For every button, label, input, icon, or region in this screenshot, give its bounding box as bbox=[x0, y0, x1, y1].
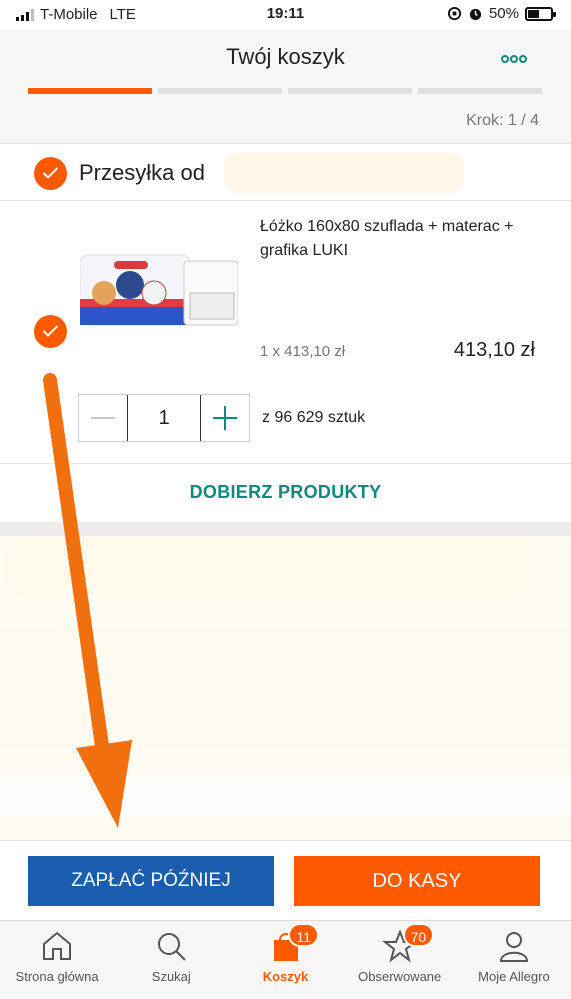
add-products-link[interactable]: DOBIERZ PRODUKTY bbox=[0, 464, 571, 522]
seller-checkbox[interactable] bbox=[34, 157, 67, 190]
progress-bars bbox=[28, 88, 542, 94]
alarm-icon bbox=[469, 8, 482, 21]
page-title: Twój koszyk bbox=[226, 44, 345, 69]
decrease-quantity-button[interactable] bbox=[79, 395, 127, 441]
tab-label: Moje Allegro bbox=[478, 969, 550, 984]
status-icons: 50% bbox=[447, 5, 556, 22]
tab-my-allegro[interactable]: Moje Allegro bbox=[457, 921, 571, 999]
bottom-tab-bar: Strona główna Szukaj 11 Koszyk 70 Obserw… bbox=[0, 920, 571, 999]
tab-label: Obserwowane bbox=[358, 969, 442, 984]
product-image[interactable] bbox=[80, 241, 238, 331]
quantity-input[interactable]: 1 bbox=[127, 395, 201, 441]
pay-later-button[interactable]: ZAPŁAĆ PÓŹNIEJ bbox=[28, 856, 274, 906]
cart-badge: 11 bbox=[288, 923, 319, 947]
unit-price: 1 x 413,10 zł bbox=[260, 343, 346, 360]
battery-percent: 50% bbox=[488, 5, 519, 22]
checkout-progress: Krok: 1 / 4 bbox=[0, 88, 571, 144]
watched-badge: 70 bbox=[402, 923, 435, 947]
seller-group: Przesyłka od bbox=[0, 145, 571, 201]
seller-label: Przesyłka od bbox=[79, 160, 205, 185]
redacted-content bbox=[0, 536, 571, 840]
product-name[interactable]: Łóżko 160x80 szuflada + materac + grafik… bbox=[260, 215, 550, 263]
check-icon bbox=[42, 167, 59, 179]
header: Twój koszyk bbox=[0, 30, 571, 88]
home-icon bbox=[43, 931, 72, 960]
user-icon bbox=[499, 932, 528, 962]
tab-cart[interactable]: 11 Koszyk bbox=[228, 921, 342, 999]
progress-step-2 bbox=[158, 88, 282, 94]
stock-available: z 96 629 sztuk bbox=[262, 409, 366, 426]
progress-step-4 bbox=[418, 88, 542, 94]
tab-label: Strona główna bbox=[15, 969, 99, 984]
quantity-stepper: 1 bbox=[78, 394, 250, 442]
progress-step-3 bbox=[288, 88, 412, 94]
item-checkbox[interactable] bbox=[34, 315, 67, 348]
search-icon bbox=[158, 933, 187, 961]
checkout-button[interactable]: DO KASY bbox=[294, 856, 540, 906]
step-label: Krok: 1 / 4 bbox=[466, 112, 539, 129]
checkout-actions: ZAPŁAĆ PÓŹNIEJ DO KASY bbox=[0, 840, 571, 920]
more-dots-icon[interactable] bbox=[501, 44, 527, 70]
battery-icon bbox=[525, 6, 556, 21]
tab-label: Szukaj bbox=[151, 969, 191, 984]
item-total-price: 413,10 zł bbox=[453, 339, 535, 361]
status-bar: T-Mobile LTE 19:11 50% bbox=[0, 0, 571, 30]
tab-label: Koszyk bbox=[262, 969, 309, 984]
seller-name-redacted bbox=[224, 153, 464, 193]
cart-item: Łóżko 160x80 szuflada + materac + grafik… bbox=[0, 201, 571, 464]
tab-watched[interactable]: 70 Obserwowane bbox=[343, 921, 457, 999]
progress-step-1 bbox=[28, 88, 152, 94]
check-icon bbox=[42, 325, 59, 337]
tab-home[interactable]: Strona główna bbox=[0, 921, 114, 999]
tab-search[interactable]: Szukaj bbox=[114, 921, 228, 999]
increase-quantity-button[interactable] bbox=[201, 395, 249, 441]
rotation-lock-icon bbox=[447, 6, 462, 21]
